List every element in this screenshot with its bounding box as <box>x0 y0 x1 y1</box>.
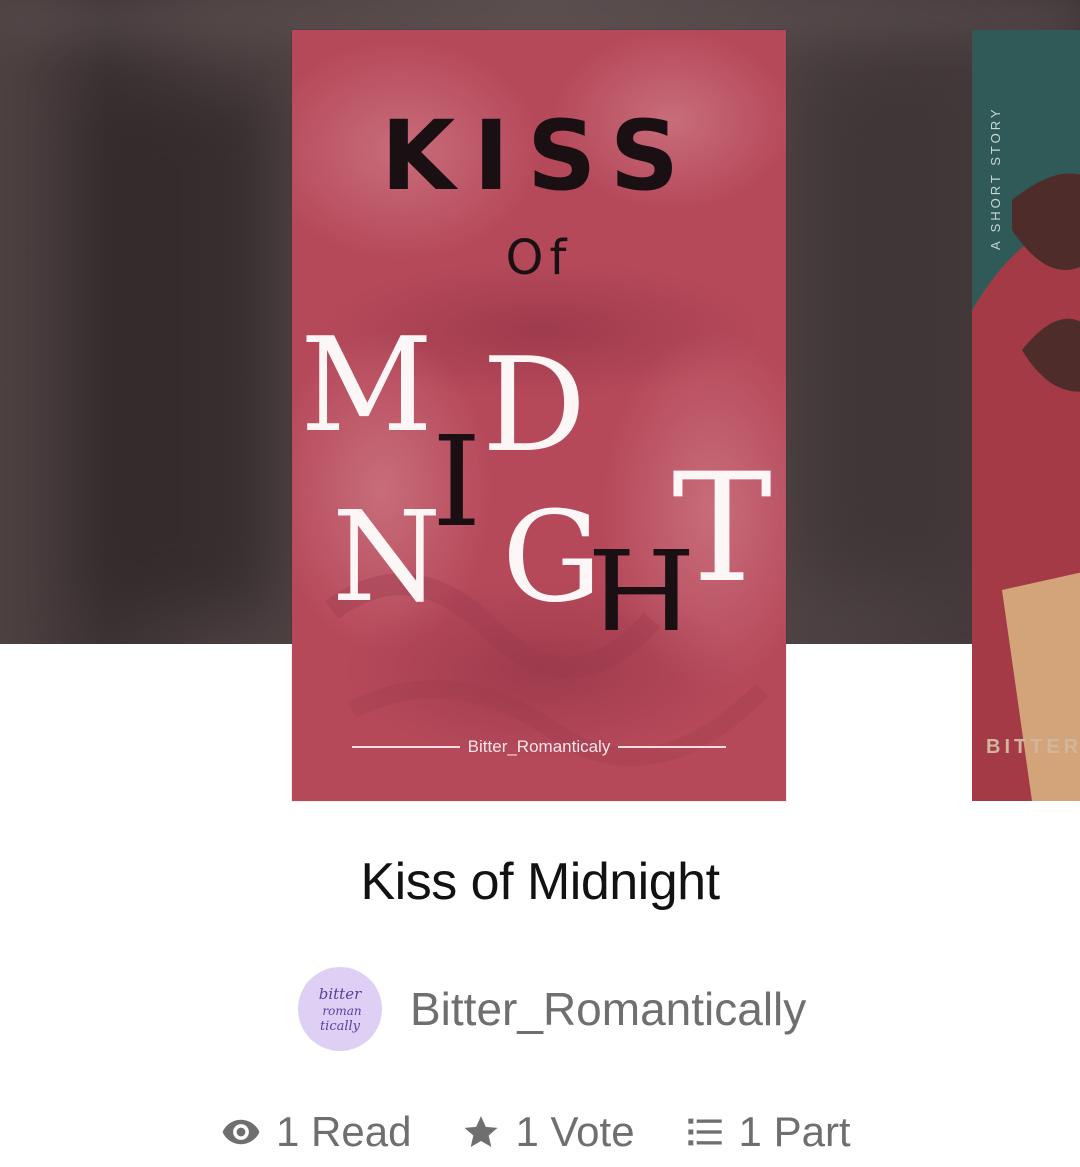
votes-count: 1 Vote <box>515 1108 635 1155</box>
svg-text:roman: roman <box>322 1004 361 1018</box>
story-stats: 1 Read 1 Vote 1 Part <box>220 1102 851 1162</box>
story-cover[interactable]: KISS Of M I D N I G H T Bitter_Romantica… <box>292 30 786 801</box>
next-cover-vertical-text: A SHORT STORY <box>988 106 1003 250</box>
cover-author-text: Bitter_Romanticaly <box>467 737 611 756</box>
svg-text:bitter: bitter <box>319 985 362 1003</box>
parts-stat: 1 Part <box>685 1108 851 1156</box>
cover-letter-n: N <box>332 485 441 630</box>
cover-title-of: Of <box>505 230 573 286</box>
cover-letter-t: T <box>672 442 772 616</box>
avatar-logo: bitter roman tically <box>319 985 362 1034</box>
reads-count: 1 Read <box>276 1108 412 1155</box>
cover-title-midnight: M I D N I G H T <box>300 309 772 630</box>
reads-stat: 1 Read <box>220 1108 411 1156</box>
cover-letter-m: M <box>300 309 433 461</box>
cover-author-credit: Bitter_Romanticaly <box>352 735 727 759</box>
svg-text:tically: tically <box>320 1019 361 1034</box>
list-icon <box>687 1118 722 1146</box>
cover-letter-d: D <box>482 329 586 481</box>
eye-icon <box>222 1119 260 1145</box>
next-cover-author: BITTER <box>986 736 1080 758</box>
star-icon <box>464 1116 498 1147</box>
author-avatar[interactable]: bitter roman tically <box>298 967 382 1051</box>
story-title[interactable]: Kiss of Midnight <box>0 852 1080 912</box>
votes-stat: 1 Vote <box>461 1108 635 1156</box>
author-name[interactable]: Bitter_Romantically <box>410 982 806 1036</box>
next-story-cover[interactable]: A SHORT STORY BITTER <box>972 30 1080 801</box>
parts-count: 1 Part <box>738 1108 851 1155</box>
cover-title-kiss: KISS <box>380 100 698 212</box>
author-row[interactable]: bitter roman tically Bitter_Romantically <box>298 966 806 1052</box>
